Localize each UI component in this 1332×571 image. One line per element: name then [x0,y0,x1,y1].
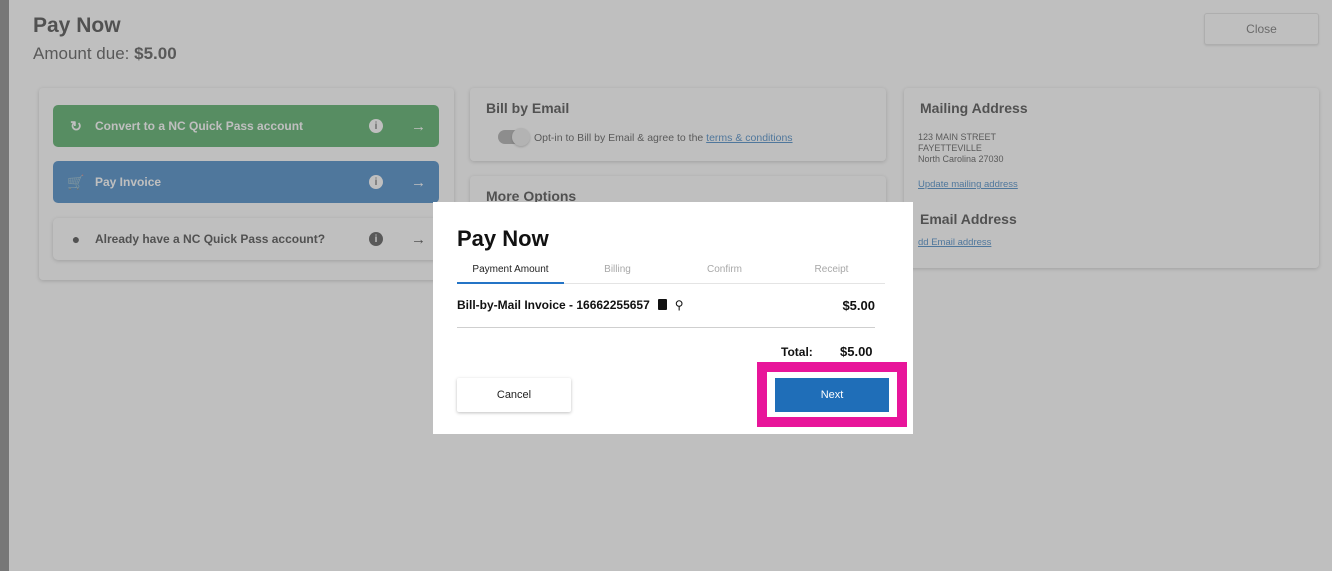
step-billing[interactable]: Billing [564,264,671,283]
modal-title: Pay Now [457,226,549,251]
invoice-row: Bill-by-Mail Invoice - 16662255657 ⚲ $5.… [457,298,875,328]
step-receipt[interactable]: Receipt [778,264,885,283]
next-button-highlight [757,362,907,427]
total-value: $5.00 [840,344,873,359]
document-icon[interactable] [657,299,667,310]
step-payment-amount[interactable]: Payment Amount [457,264,564,284]
step-tabs: Payment Amount Billing Confirm Receipt [457,264,885,284]
cancel-button[interactable]: Cancel [457,378,571,412]
invoice-amount: $5.00 [842,298,875,313]
total-label: Total: [781,345,813,359]
invoice-label: Bill-by-Mail Invoice - 16662255657 [457,298,650,312]
search-icon[interactable]: ⚲ [675,298,684,312]
step-confirm[interactable]: Confirm [671,264,778,283]
